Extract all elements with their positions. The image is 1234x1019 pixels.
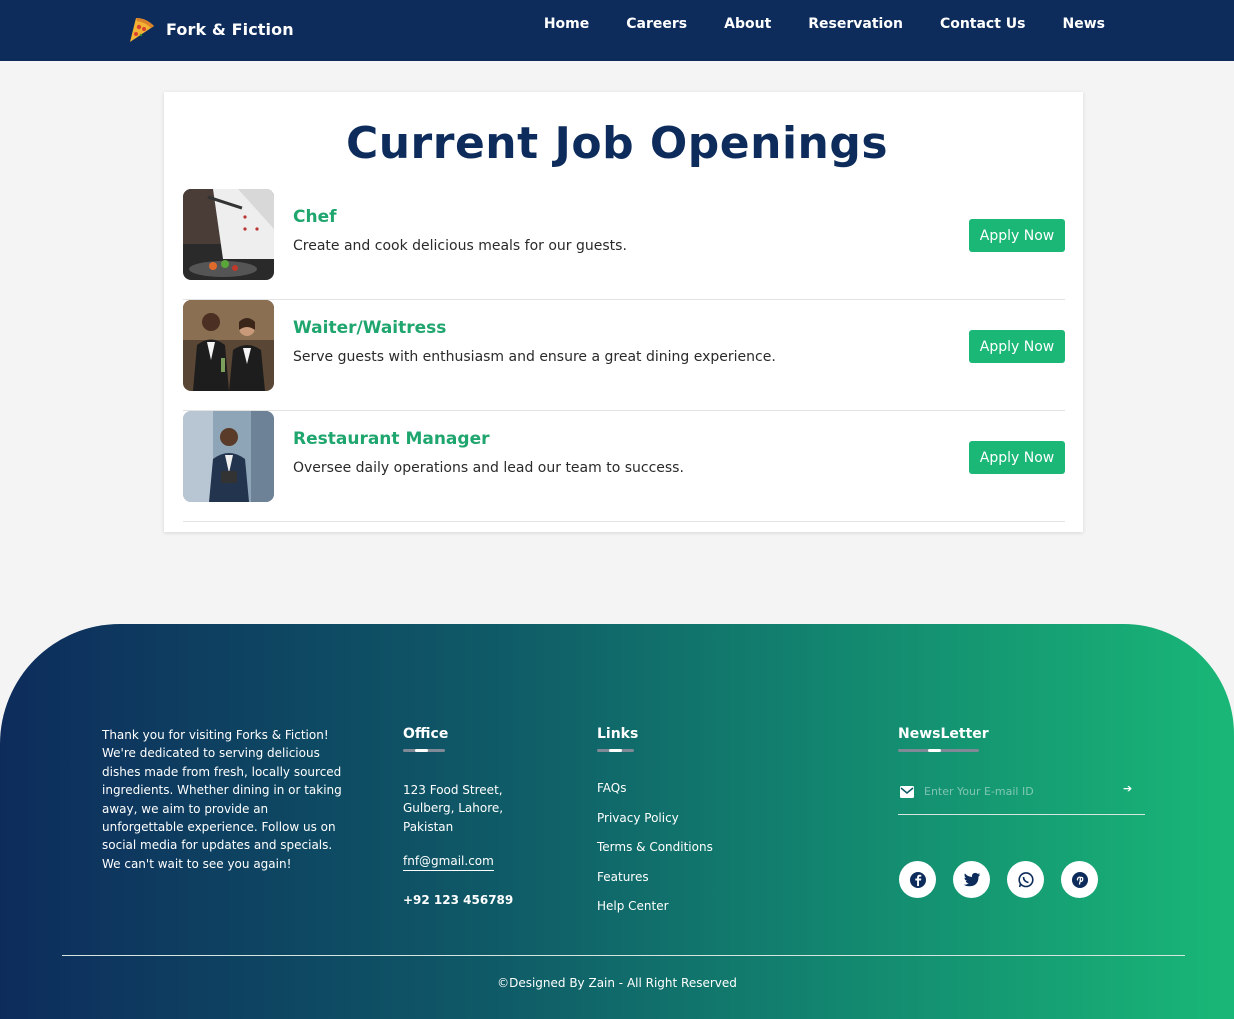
- facebook-icon[interactable]: [899, 861, 936, 898]
- pizza-slice-icon: [130, 18, 154, 42]
- nav-link-home[interactable]: Home: [544, 16, 589, 32]
- footer-link-features[interactable]: Features: [597, 870, 713, 900]
- job-title: Waiter/Waitress: [293, 318, 447, 338]
- nav-link-reservation[interactable]: Reservation: [808, 16, 903, 32]
- pinterest-icon[interactable]: [1061, 861, 1098, 898]
- office-address: 123 Food Street, Gulberg, Lahore, Pakist…: [403, 783, 504, 834]
- social-links: [899, 861, 1098, 898]
- footer: Thank you for visiting Forks & Fiction! …: [0, 624, 1234, 1019]
- manager-image: [183, 411, 274, 502]
- job-title: Restaurant Manager: [293, 429, 490, 449]
- twitter-icon[interactable]: [953, 861, 990, 898]
- apply-now-button[interactable]: Apply Now: [969, 219, 1065, 252]
- footer-links: FAQs Privacy Policy Terms & Conditions F…: [597, 781, 713, 929]
- waiter-image: [183, 300, 274, 391]
- links-heading: Links: [597, 726, 639, 742]
- footer-link-help-center[interactable]: Help Center: [597, 899, 713, 929]
- apply-now-button[interactable]: Apply Now: [969, 330, 1065, 363]
- job-listing-waiter: Waiter/Waitress Serve guests with enthus…: [183, 300, 1065, 411]
- nav-links: Home Careers About Reservation Contact U…: [544, 16, 1105, 32]
- footer-divider: [62, 955, 1185, 956]
- whatsapp-icon[interactable]: [1007, 861, 1044, 898]
- heading-underline: [898, 749, 979, 752]
- office-phone: +92 123 456789: [403, 893, 514, 907]
- apply-now-button[interactable]: Apply Now: [969, 441, 1065, 474]
- job-listing-chef: Chef Create and cook delicious meals for…: [183, 189, 1065, 300]
- footer-link-privacy-policy[interactable]: Privacy Policy: [597, 811, 713, 841]
- nav-link-news[interactable]: News: [1063, 16, 1105, 32]
- arrow-right-icon[interactable]: ➔: [1123, 782, 1137, 796]
- office-email-link[interactable]: fnf@gmail.com: [403, 854, 494, 871]
- office-heading: Office: [403, 726, 449, 742]
- newsletter-email-input[interactable]: [924, 781, 1114, 801]
- job-description: Serve guests with enthusiasm and ensure …: [293, 349, 776, 365]
- job-description: Oversee daily operations and lead our te…: [293, 460, 684, 476]
- brand-name: Fork & Fiction: [166, 19, 294, 39]
- footer-about-text: Thank you for visiting Forks & Fiction! …: [102, 728, 342, 871]
- newsletter-form: ➔: [898, 774, 1145, 815]
- mail-icon: [900, 786, 914, 798]
- page-title: Current Job Openings: [345, 118, 889, 169]
- chef-image: [183, 189, 274, 280]
- newsletter-heading: NewsLetter: [898, 726, 989, 742]
- nav-link-contact-us[interactable]: Contact Us: [940, 16, 1026, 32]
- footer-link-terms[interactable]: Terms & Conditions: [597, 840, 713, 870]
- copyright-text: ©Designed By Zain - All Right Reserved: [497, 976, 737, 990]
- footer-link-faqs[interactable]: FAQs: [597, 781, 713, 811]
- nav-link-about[interactable]: About: [724, 16, 771, 32]
- heading-underline: [597, 749, 634, 752]
- job-listing-manager: Restaurant Manager Oversee daily operati…: [183, 411, 1065, 522]
- job-description: Create and cook delicious meals for our …: [293, 238, 627, 254]
- brand[interactable]: Fork & Fiction: [124, 12, 294, 46]
- nav-link-careers[interactable]: Careers: [626, 16, 687, 32]
- top-navbar: Fork & Fiction Home Careers About Reserv…: [0, 0, 1234, 61]
- job-title: Chef: [293, 207, 337, 227]
- heading-underline: [403, 749, 445, 752]
